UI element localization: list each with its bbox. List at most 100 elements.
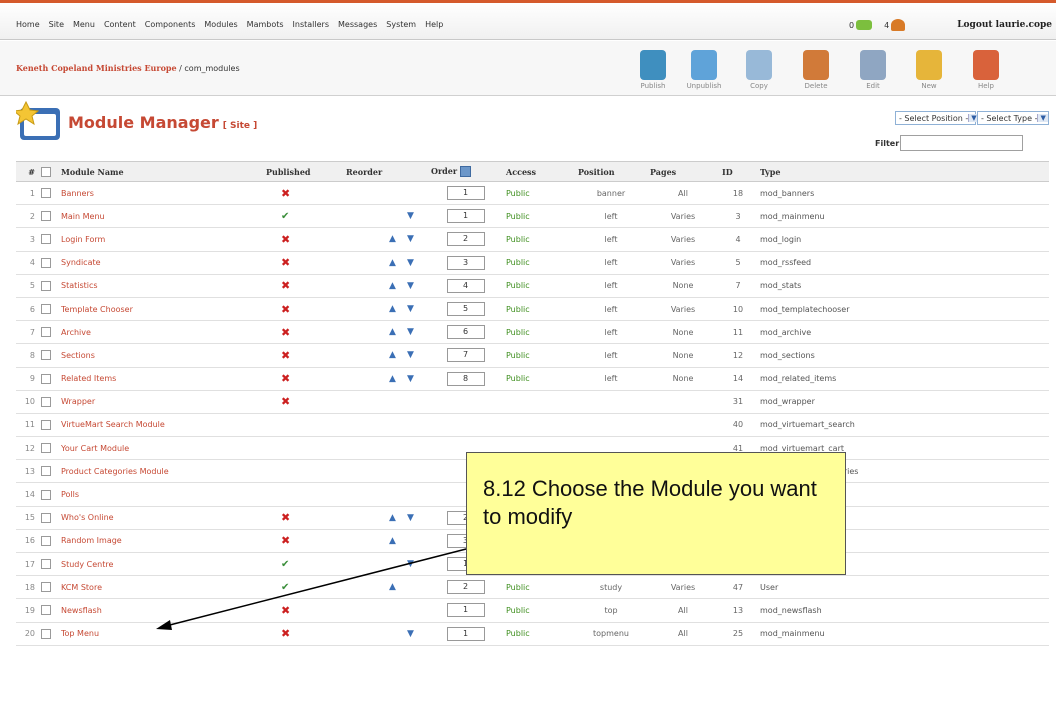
move-down-icon[interactable]: ▼ [407, 304, 425, 314]
module-name-link[interactable]: Study Centre [61, 560, 113, 569]
row-checkbox[interactable] [41, 466, 51, 477]
logout-link[interactable]: Logout laurie.cope [957, 20, 1052, 30]
col-id[interactable]: ID [719, 161, 757, 182]
new-button[interactable]: New [905, 50, 953, 90]
order-input[interactable]: 3 [446, 255, 485, 270]
move-down-icon[interactable]: ▼ [407, 559, 425, 569]
access-cell[interactable]: Public [503, 227, 575, 252]
select-position[interactable]: - Select Position - ▼ [895, 111, 979, 125]
publish-button[interactable]: Publish [629, 50, 677, 90]
row-checkbox[interactable] [41, 419, 51, 430]
unpublished-icon[interactable]: ✖ [281, 187, 290, 200]
menu-site[interactable]: Site [49, 20, 64, 29]
move-down-icon[interactable]: ▼ [407, 350, 425, 360]
module-name-link[interactable]: Top Menu [61, 629, 99, 638]
module-name-link[interactable]: Product Categories Module [61, 467, 169, 476]
users-indicator[interactable]: 4 [884, 19, 906, 31]
col-type[interactable]: Type [757, 161, 1049, 182]
unpublished-icon[interactable]: ✖ [281, 303, 290, 316]
move-down-icon[interactable]: ▼ [407, 513, 425, 523]
unpublish-button[interactable]: Unpublish [680, 50, 728, 90]
row-checkbox[interactable] [41, 582, 51, 593]
menu-help[interactable]: Help [425, 20, 443, 29]
menu-installers[interactable]: Installers [293, 20, 329, 29]
breadcrumb-site[interactable]: Keneth Copeland Ministries Europe [16, 63, 177, 73]
filter-input[interactable] [900, 135, 1023, 151]
module-name-link[interactable]: Random Image [61, 536, 122, 545]
move-down-icon[interactable]: ▼ [407, 629, 425, 639]
module-name-link[interactable]: Banners [61, 189, 94, 198]
module-name-link[interactable]: Template Chooser [61, 305, 133, 314]
module-name-link[interactable]: VirtueMart Search Module [61, 420, 165, 429]
move-up-icon[interactable]: ▲ [389, 258, 407, 268]
row-checkbox[interactable] [41, 535, 51, 546]
access-cell[interactable] [503, 413, 575, 438]
unpublished-icon[interactable]: ✖ [281, 627, 290, 640]
col-published[interactable]: Published [263, 161, 343, 182]
access-cell[interactable]: Public [503, 181, 575, 206]
menu-messages[interactable]: Messages [338, 20, 377, 29]
order-input[interactable]: 1 [446, 186, 485, 201]
row-checkbox[interactable] [41, 373, 51, 384]
module-name-link[interactable]: Login Form [61, 235, 105, 244]
unpublished-icon[interactable]: ✖ [281, 511, 290, 524]
row-checkbox[interactable] [41, 257, 51, 268]
row-checkbox[interactable] [41, 628, 51, 639]
module-name-link[interactable]: Polls [61, 490, 79, 499]
move-up-icon[interactable]: ▲ [389, 304, 407, 314]
col-access[interactable]: Access [503, 161, 575, 182]
order-input[interactable]: 7 [446, 348, 485, 363]
move-down-icon[interactable]: ▼ [407, 258, 425, 268]
move-down-icon[interactable]: ▼ [407, 374, 425, 384]
order-input[interactable]: 2 [446, 580, 485, 595]
order-input[interactable]: 1 [446, 603, 485, 618]
module-name-link[interactable]: Sections [61, 351, 95, 360]
unpublished-icon[interactable]: ✖ [281, 604, 290, 617]
access-cell[interactable]: Public [503, 251, 575, 275]
module-name-link[interactable]: Who's Online [61, 513, 114, 522]
module-name-link[interactable]: Newsflash [61, 606, 102, 615]
menu-content[interactable]: Content [104, 20, 136, 29]
move-down-icon[interactable]: ▼ [407, 211, 425, 221]
access-cell[interactable]: Public [503, 367, 575, 391]
unpublished-icon[interactable]: ✖ [281, 372, 290, 385]
order-input[interactable]: 5 [446, 302, 485, 317]
unpublished-icon[interactable]: ✖ [281, 279, 290, 292]
move-up-icon[interactable]: ▲ [389, 327, 407, 337]
unpublished-icon[interactable]: ✖ [281, 326, 290, 339]
col-name[interactable]: Module Name [58, 161, 263, 182]
row-checkbox[interactable] [41, 304, 51, 315]
module-name-link[interactable]: Wrapper [61, 397, 95, 406]
module-name-link[interactable]: Main Menu [61, 212, 105, 221]
menu-components[interactable]: Components [145, 20, 196, 29]
row-checkbox[interactable] [41, 211, 51, 222]
order-input[interactable]: 1 [446, 626, 485, 641]
move-down-icon[interactable]: ▼ [407, 234, 425, 244]
menu-menu[interactable]: Menu [73, 20, 95, 29]
module-name-link[interactable]: KCM Store [61, 583, 102, 592]
unpublished-icon[interactable]: ✖ [281, 349, 290, 362]
check-all-checkbox[interactable] [41, 167, 51, 177]
menu-mambots[interactable]: Mambots [247, 20, 284, 29]
module-name-link[interactable]: Syndicate [61, 258, 101, 267]
order-input[interactable]: 4 [446, 278, 485, 293]
messages-indicator[interactable]: 0 [849, 20, 873, 30]
order-input[interactable]: 8 [446, 371, 485, 386]
module-name-link[interactable]: Statistics [61, 281, 98, 290]
module-name-link[interactable]: Related Items [61, 374, 116, 383]
row-checkbox[interactable] [41, 234, 51, 245]
access-cell[interactable]: Public [503, 320, 575, 345]
move-up-icon[interactable]: ▲ [389, 350, 407, 360]
order-input[interactable]: 6 [446, 325, 485, 340]
move-down-icon[interactable]: ▼ [407, 327, 425, 337]
access-cell[interactable]: Public [503, 343, 575, 368]
edit-button[interactable]: Edit [849, 50, 897, 90]
access-cell[interactable]: Public [503, 622, 575, 646]
published-icon[interactable]: ✔ [281, 582, 289, 593]
menu-modules[interactable]: Modules [204, 20, 237, 29]
published-icon[interactable]: ✔ [281, 211, 289, 222]
select-type[interactable]: - Select Type - ▼ [977, 111, 1049, 125]
unpublished-icon[interactable]: ✖ [281, 256, 290, 269]
menu-home[interactable]: Home [16, 20, 40, 29]
access-cell[interactable]: Public [503, 598, 575, 623]
